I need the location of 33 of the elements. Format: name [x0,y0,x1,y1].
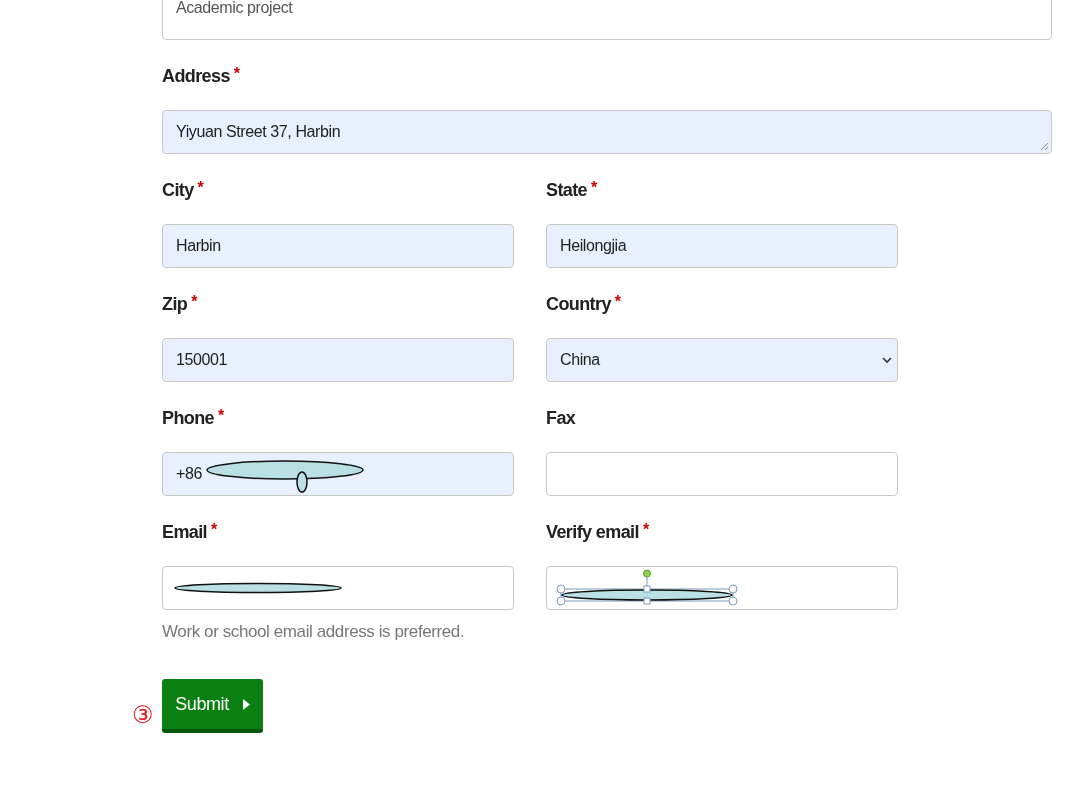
chevron-down-icon [882,357,892,364]
required-mark: * [614,293,622,311]
required-mark: * [233,65,241,83]
required-mark: * [591,179,598,197]
input-field[interactable] [546,452,898,496]
input-field[interactable]: Heilongjia [546,224,898,268]
required-mark: * [197,179,204,197]
required-mark: * [218,407,225,425]
input-field[interactable]: +86 [162,452,514,496]
input-field[interactable]: 150001 [162,338,514,382]
field-label: Fax [546,407,576,429]
required-mark: * [191,293,198,311]
field-label: Zip [162,293,188,315]
field-label: Phone [162,407,214,429]
country-select[interactable]: China [546,338,898,382]
input-field[interactable] [546,566,898,610]
select-field[interactable]: Academic project [162,0,1052,40]
field-label: City [162,179,194,201]
caret-icon [242,698,250,710]
address-field[interactable]: Yiyuan Street 37, Harbin [162,110,1052,154]
field-label: State [546,179,588,201]
field-label: Address [162,65,230,87]
field-label: Verify email [546,521,639,543]
input-field[interactable] [162,566,514,610]
field-label: Country [546,293,611,315]
field-label: Email [162,521,208,543]
submit-button[interactable]: Submit [162,679,263,733]
input-field[interactable]: Harbin [162,224,514,268]
resize-grip-icon[interactable] [1040,142,1049,151]
help-text: Work or school email address is preferred. [162,622,466,642]
required-mark: * [642,521,650,539]
step-number: ③ [132,703,154,727]
required-mark: * [211,521,218,539]
